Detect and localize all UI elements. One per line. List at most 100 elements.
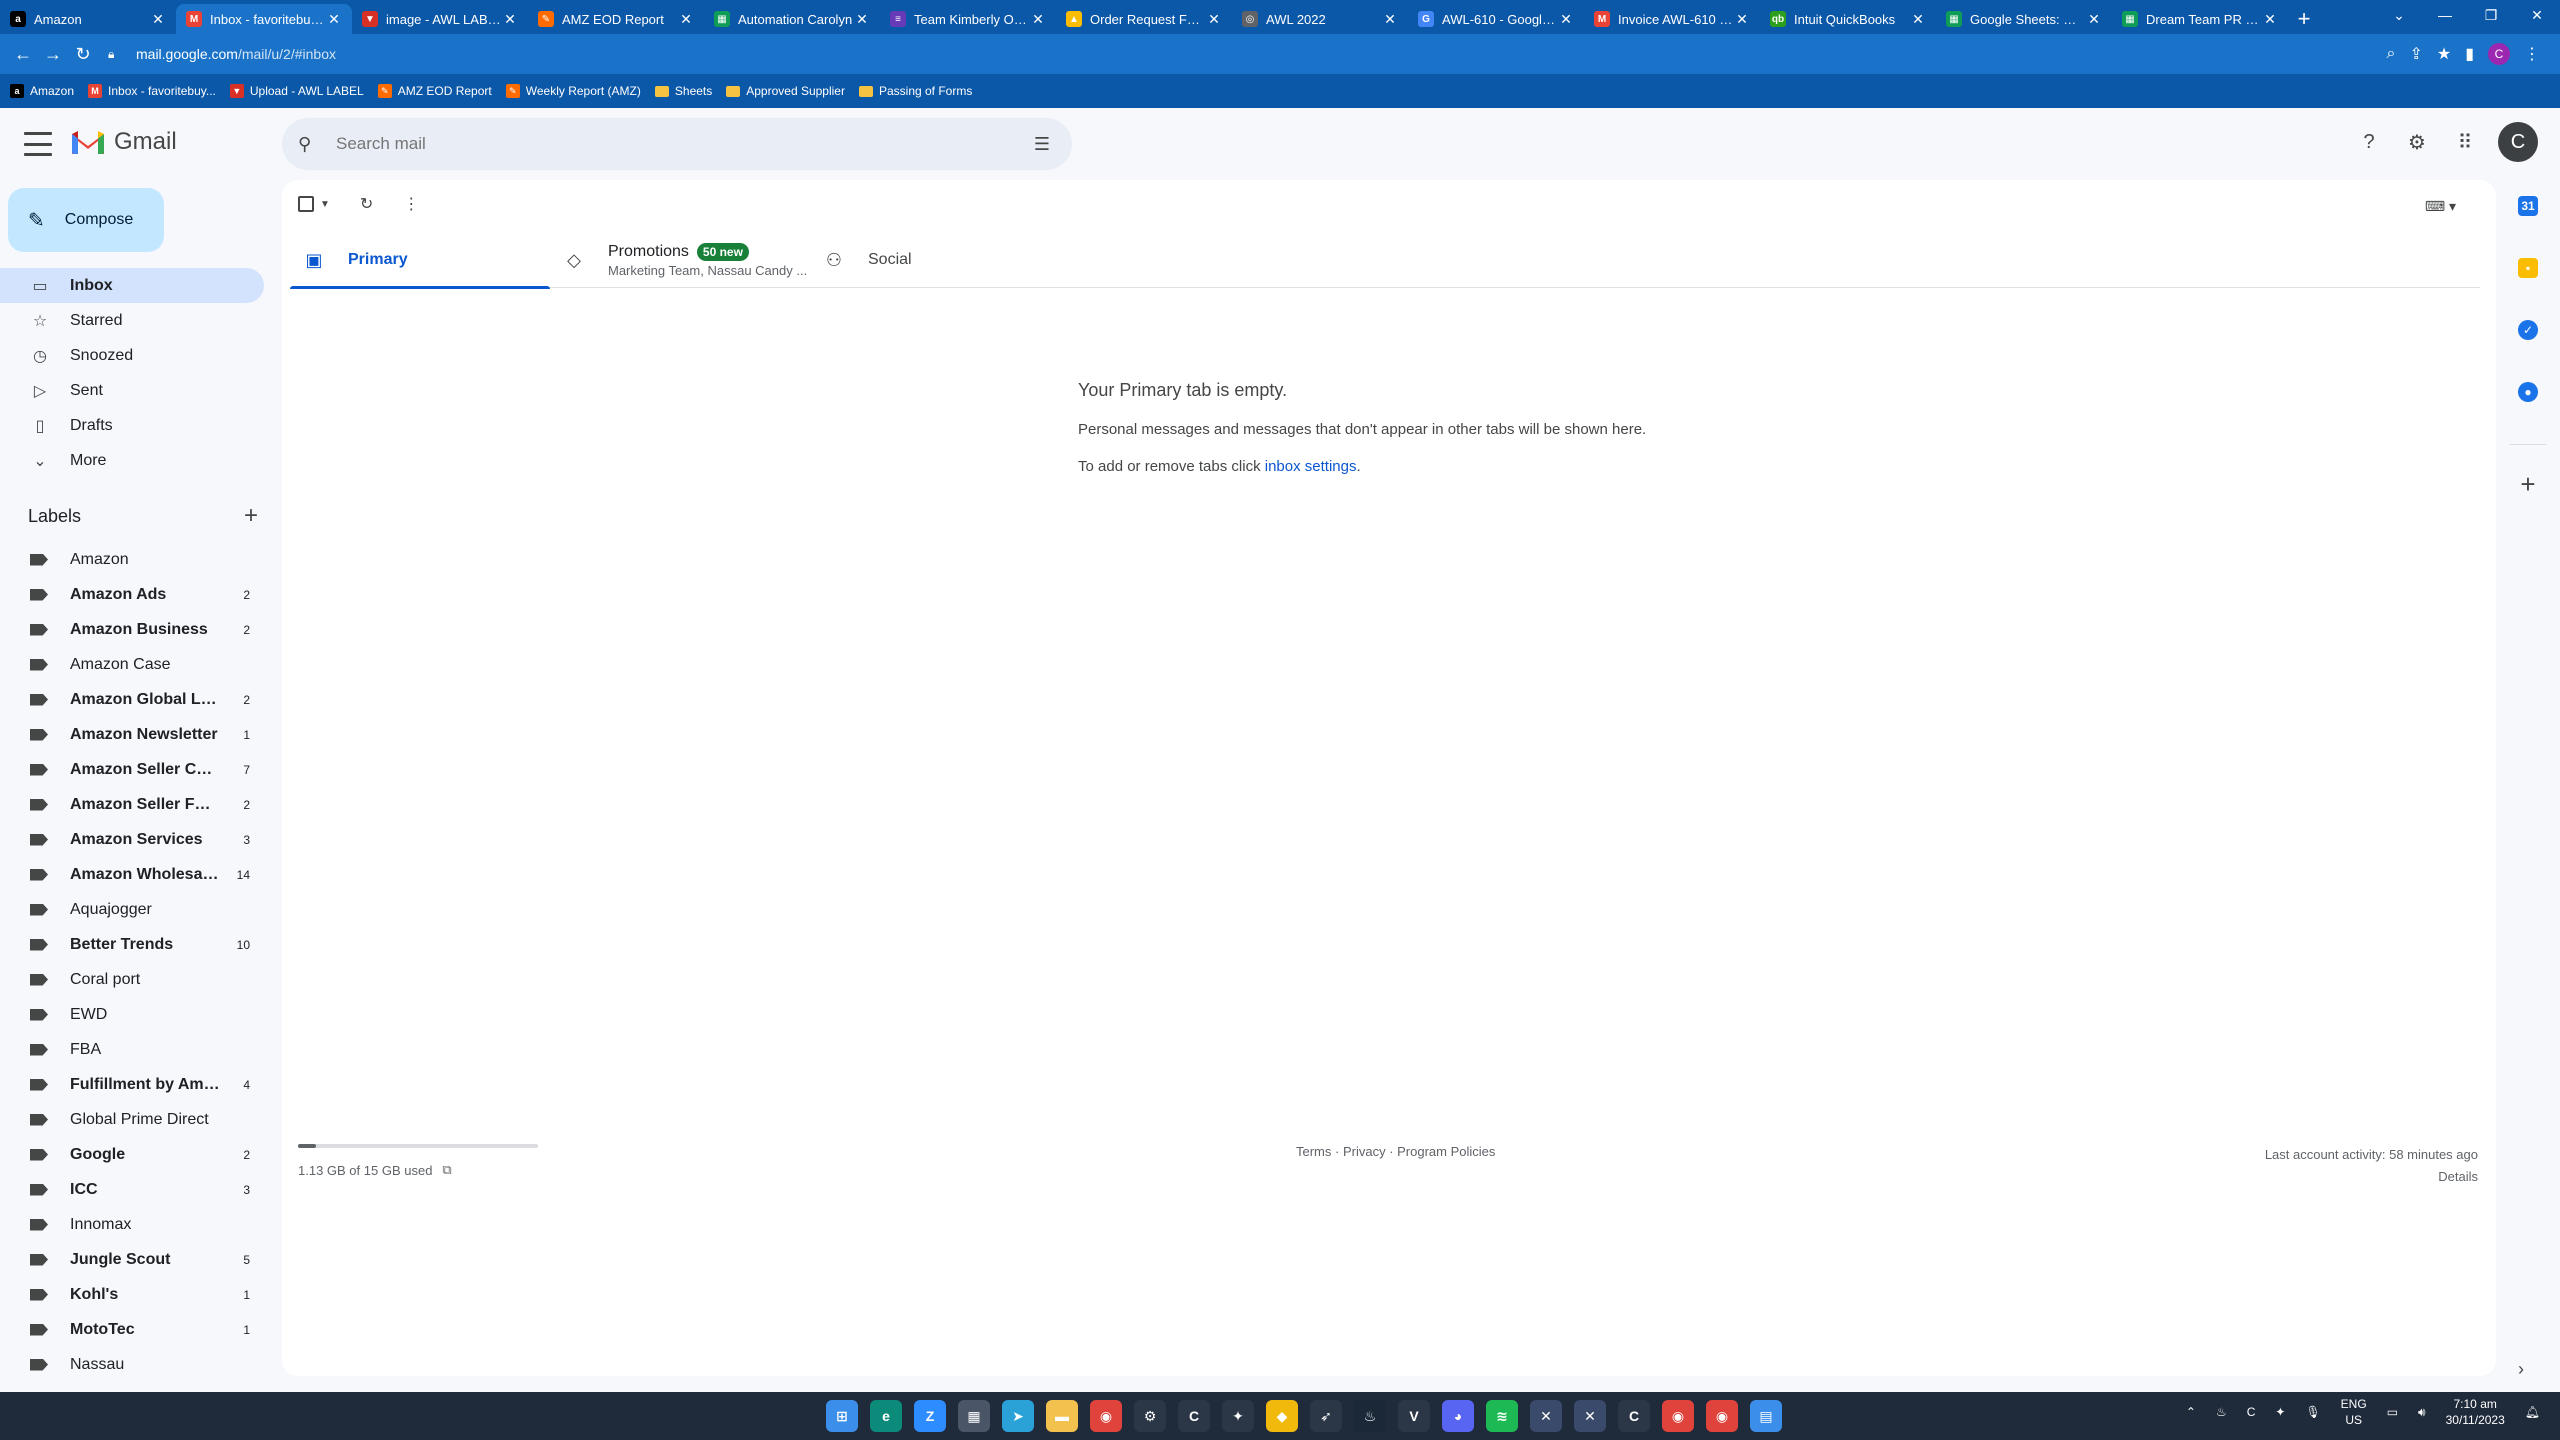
close-tab-icon[interactable]: ✕ xyxy=(854,11,870,28)
notifications-icon[interactable]: 🔔︎ xyxy=(2525,1405,2540,1419)
sidebar-item-inbox[interactable]: ▭ Inbox xyxy=(0,268,264,303)
forward-button[interactable]: → xyxy=(38,39,68,69)
notepad-icon[interactable]: ▤ xyxy=(1750,1400,1782,1432)
url-field[interactable]: 🔒︎ mail.google.com/mail/u/2/#inbox xyxy=(108,39,2386,69)
bookmark-item[interactable]: ▼ Upload - AWL LABEL xyxy=(229,84,364,98)
close-tab-icon[interactable]: ✕ xyxy=(1558,11,1574,28)
volume-icon[interactable]: 🔊︎ xyxy=(2418,1405,2426,1420)
settings-gear-icon[interactable]: ⚙ xyxy=(2402,127,2432,157)
label-item[interactable]: EWD xyxy=(0,997,264,1032)
search-input[interactable] xyxy=(336,124,1028,164)
app-c2-icon[interactable]: C xyxy=(1618,1400,1650,1432)
browser-tab[interactable]: M Invoice AWL-610 fro ✕ xyxy=(1584,4,1760,34)
language-indicator[interactable]: ENG US xyxy=(2341,1396,2367,1428)
label-item[interactable]: MotoTec 1 xyxy=(0,1312,264,1347)
bookmark-star-icon[interactable]: ★ xyxy=(2437,44,2451,64)
tasks-icon[interactable]: ✓ xyxy=(2518,320,2538,340)
label-item[interactable]: Amazon Wholesales 14 xyxy=(0,857,264,892)
sidebar-item-starred[interactable]: ☆ Starred xyxy=(0,303,264,338)
browser-tab[interactable]: ✎ AMZ EOD Report ✕ xyxy=(528,4,704,34)
side-panel-icon[interactable]: ▮ xyxy=(2465,44,2474,64)
network-icon[interactable]: ▭ xyxy=(2387,1405,2398,1419)
bookmark-item[interactable]: Approved Supplier xyxy=(726,84,845,98)
edge-icon[interactable]: e xyxy=(870,1400,902,1432)
label-item[interactable]: Amazon Global Lo... 2 xyxy=(0,682,264,717)
app-tray-icon-2[interactable]: ✦ xyxy=(2275,1405,2285,1419)
profile-avatar[interactable]: C xyxy=(2488,43,2510,65)
bookmark-item[interactable]: ✎ Weekly Report (AMZ) xyxy=(505,84,641,98)
label-item[interactable]: Amazon Services 3 xyxy=(0,822,264,857)
bookmark-item[interactable]: a Amazon xyxy=(10,84,74,98)
settings-icon[interactable]: ⚙ xyxy=(1134,1400,1166,1432)
sidebar-item-more[interactable]: ⌄ More xyxy=(0,443,264,478)
browser-tab[interactable]: a Amazon ✕ xyxy=(0,4,176,34)
label-item[interactable]: Google 2 xyxy=(0,1137,264,1172)
close-tab-icon[interactable]: ✕ xyxy=(2086,11,2102,28)
account-avatar[interactable]: C xyxy=(2498,122,2538,162)
close-tab-icon[interactable]: ✕ xyxy=(1734,11,1750,28)
label-item[interactable]: Kohl's 1 xyxy=(0,1277,264,1312)
steam-tray-icon[interactable]: ♨ xyxy=(2216,1405,2227,1419)
new-tab-button[interactable]: + xyxy=(2288,4,2320,34)
close-tab-icon[interactable]: ✕ xyxy=(678,11,694,28)
app-c-icon[interactable]: C xyxy=(1178,1400,1210,1432)
external-link-icon[interactable]: ⧉ xyxy=(442,1162,451,1178)
spotify-icon[interactable]: ≋ xyxy=(1486,1400,1518,1432)
bookmark-item[interactable]: ✎ AMZ EOD Report xyxy=(377,84,492,98)
close-tab-icon[interactable]: ✕ xyxy=(2262,11,2278,28)
label-item[interactable]: Jungle Scout 5 xyxy=(0,1242,264,1277)
reload-button[interactable]: ↻ xyxy=(68,39,98,69)
label-item[interactable]: Fulfillment by Ama... 4 xyxy=(0,1067,264,1102)
select-all-checkbox[interactable] xyxy=(298,196,314,212)
select-menu-caret-icon[interactable]: ▼ xyxy=(320,199,330,210)
browser-tab[interactable]: ≡ Team Kimberly Orde ✕ xyxy=(880,4,1056,34)
gmail-logo[interactable]: Gmail xyxy=(70,128,177,156)
search-options-icon[interactable]: ☰ xyxy=(1028,134,1056,155)
app-bird-icon[interactable]: ➶ xyxy=(1310,1400,1342,1432)
keep-icon[interactable]: ▪ xyxy=(2518,258,2538,278)
files-icon[interactable]: ▬ xyxy=(1046,1400,1078,1432)
create-label-icon[interactable]: + xyxy=(244,502,258,530)
close-tab-icon[interactable]: ✕ xyxy=(502,11,518,28)
label-item[interactable]: Amazon xyxy=(0,542,264,577)
apps-grid-icon[interactable]: ⠿ xyxy=(2450,127,2480,157)
binance-icon[interactable]: ◆ xyxy=(1266,1400,1298,1432)
label-item[interactable]: Amazon Business 2 xyxy=(0,612,264,647)
app-star-icon[interactable]: ✦ xyxy=(1222,1400,1254,1432)
close-tab-icon[interactable]: ✕ xyxy=(1910,11,1926,28)
tab-social[interactable]: ⚇ Social xyxy=(810,232,1070,288)
close-tab-icon[interactable]: ✕ xyxy=(1030,11,1046,28)
chrome-icon[interactable]: ◉ xyxy=(1090,1400,1122,1432)
search-icon[interactable]: ⚲ xyxy=(298,134,322,155)
bookmark-item[interactable]: Passing of Forms xyxy=(858,84,972,98)
get-addons-icon[interactable]: + xyxy=(2496,469,2560,500)
browser-tab[interactable]: ▼ image - AWL LABEL ✕ xyxy=(352,4,528,34)
app-tray-icon[interactable]: C xyxy=(2247,1405,2256,1419)
browser-tab[interactable]: ◎ AWL 2022 ✕ xyxy=(1232,4,1408,34)
back-button[interactable]: ← xyxy=(8,39,38,69)
terms-link[interactable]: Terms xyxy=(1296,1144,1331,1159)
label-item[interactable]: Amazon Ads 2 xyxy=(0,577,264,612)
label-item[interactable]: Amazon Newsletter 1 xyxy=(0,717,264,752)
bookmark-item[interactable]: M Inbox - favoritebuy... xyxy=(88,84,216,98)
label-item[interactable]: Nassau xyxy=(0,1347,264,1382)
compose-button[interactable]: ✎ Compose xyxy=(8,188,164,252)
clock[interactable]: 7:10 am 30/11/2023 xyxy=(2446,1396,2505,1428)
label-item[interactable]: Amazon Seller Cen... 7 xyxy=(0,752,264,787)
chrome-2-icon[interactable]: ◉ xyxy=(1662,1400,1694,1432)
telegram-icon[interactable]: ➤ xyxy=(1002,1400,1034,1432)
minimize-button[interactable]: — xyxy=(2422,0,2468,30)
label-item[interactable]: Coral port xyxy=(0,962,264,997)
browser-tab[interactable]: qb Intuit QuickBooks ✕ xyxy=(1760,4,1936,34)
sidebar-item-snoozed[interactable]: ◷ Snoozed xyxy=(0,338,264,373)
app-x1-icon[interactable]: ✕ xyxy=(1530,1400,1562,1432)
tray-overflow-icon[interactable]: ⌃ xyxy=(2186,1405,2196,1419)
label-item[interactable]: Innomax xyxy=(0,1207,264,1242)
tab-promotions[interactable]: ◇ Promotions 50 new Marketing Team, Nass… xyxy=(550,232,810,288)
zoom-icon[interactable]: ⌕ xyxy=(2386,45,2395,63)
help-icon[interactable]: ? xyxy=(2354,127,2384,157)
browser-tab[interactable]: G AWL-610 - Google S ✕ xyxy=(1408,4,1584,34)
browser-tab[interactable]: ▲ Order Request Form ✕ xyxy=(1056,4,1232,34)
start-icon[interactable]: ⊞ xyxy=(826,1400,858,1432)
contacts-icon[interactable]: ● xyxy=(2518,382,2538,402)
